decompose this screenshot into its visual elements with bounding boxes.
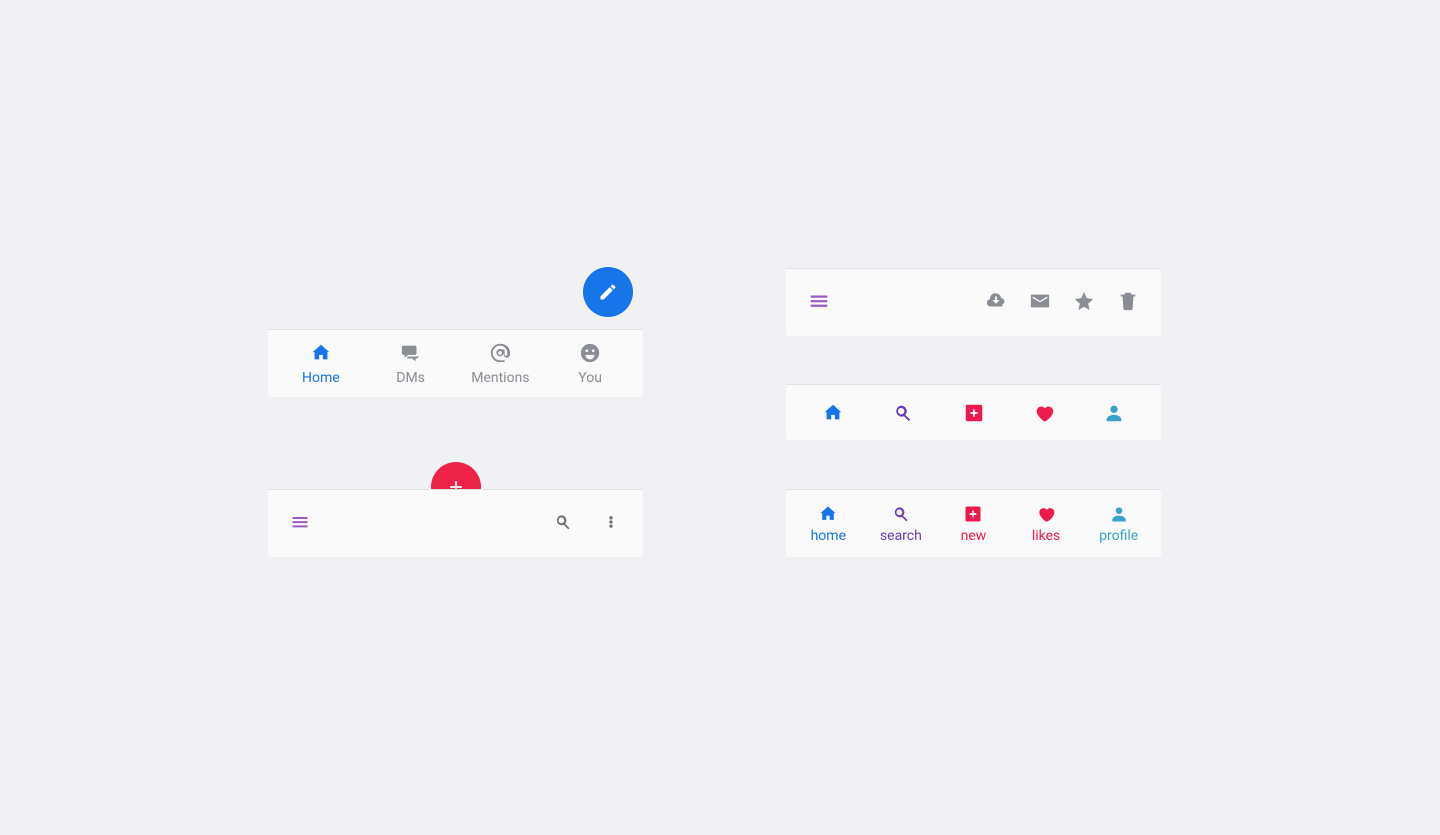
tab-you[interactable]: You	[545, 342, 635, 386]
tab-home[interactable]: Home	[276, 342, 366, 386]
search-icon	[891, 504, 911, 524]
tab-you-label: You	[578, 370, 602, 386]
tab-mentions[interactable]: Mentions	[456, 342, 546, 386]
tab-new-label: new	[961, 528, 987, 544]
home-icon	[310, 342, 332, 364]
user-icon	[1103, 402, 1125, 424]
heart-icon	[1036, 504, 1056, 524]
tab-profile[interactable]	[1079, 402, 1149, 424]
tab-new[interactable]	[938, 402, 1008, 424]
smile-icon	[579, 342, 601, 364]
tab-search-2[interactable]: search	[865, 490, 938, 557]
tab-home-2[interactable]	[798, 402, 868, 424]
menu-button[interactable]	[290, 512, 310, 536]
tab-search-label: search	[880, 528, 922, 544]
more-button[interactable]	[601, 512, 621, 536]
search-button[interactable]	[553, 512, 573, 536]
tab-home-label: Home	[302, 370, 340, 386]
tab-likes[interactable]	[1009, 402, 1079, 424]
star-icon	[1073, 290, 1095, 312]
more-vert-icon	[601, 512, 621, 532]
tab-profile-2[interactable]: profile	[1082, 490, 1155, 557]
tab-dms-label: DMs	[396, 370, 425, 386]
tab-mentions-label: Mentions	[471, 370, 529, 386]
tab-home-label: home	[811, 528, 846, 544]
download-button[interactable]	[985, 290, 1007, 316]
tab-likes-2[interactable]: likes	[1010, 490, 1083, 557]
heart-icon	[1033, 402, 1055, 424]
tab-home-3[interactable]: home	[792, 490, 865, 557]
tab-dms[interactable]: DMs	[366, 342, 456, 386]
plus-square-icon	[963, 402, 985, 424]
user-icon	[1109, 504, 1129, 524]
search-icon	[892, 402, 914, 424]
home-icon	[818, 504, 838, 524]
tab-search[interactable]	[868, 402, 938, 424]
tabbar-icons	[786, 384, 1161, 440]
favorite-button[interactable]	[1073, 290, 1095, 316]
tab-new-2[interactable]: new	[937, 490, 1010, 557]
plus-square-icon	[963, 504, 983, 524]
tabbar-icons-labels: home search new likes profile	[786, 489, 1161, 557]
menu-icon	[290, 512, 310, 532]
tabbar-social: Home DMs Mentions You	[268, 329, 643, 397]
search-icon	[553, 512, 573, 532]
menu-button-2[interactable]	[808, 290, 830, 316]
comments-icon	[400, 342, 422, 364]
cloud-download-icon	[985, 290, 1007, 312]
delete-button[interactable]	[1117, 290, 1139, 316]
toolbar-simple	[268, 489, 643, 557]
mail-button[interactable]	[1029, 290, 1051, 316]
trash-icon	[1117, 290, 1139, 312]
toolbar-actions	[786, 268, 1161, 336]
at-icon	[489, 342, 511, 364]
home-icon	[822, 402, 844, 424]
compose-fab[interactable]	[583, 267, 633, 317]
tab-likes-label: likes	[1032, 528, 1060, 544]
envelope-icon	[1029, 290, 1051, 312]
tab-profile-label: profile	[1099, 528, 1138, 544]
pencil-icon	[598, 282, 618, 302]
menu-icon	[808, 290, 830, 312]
